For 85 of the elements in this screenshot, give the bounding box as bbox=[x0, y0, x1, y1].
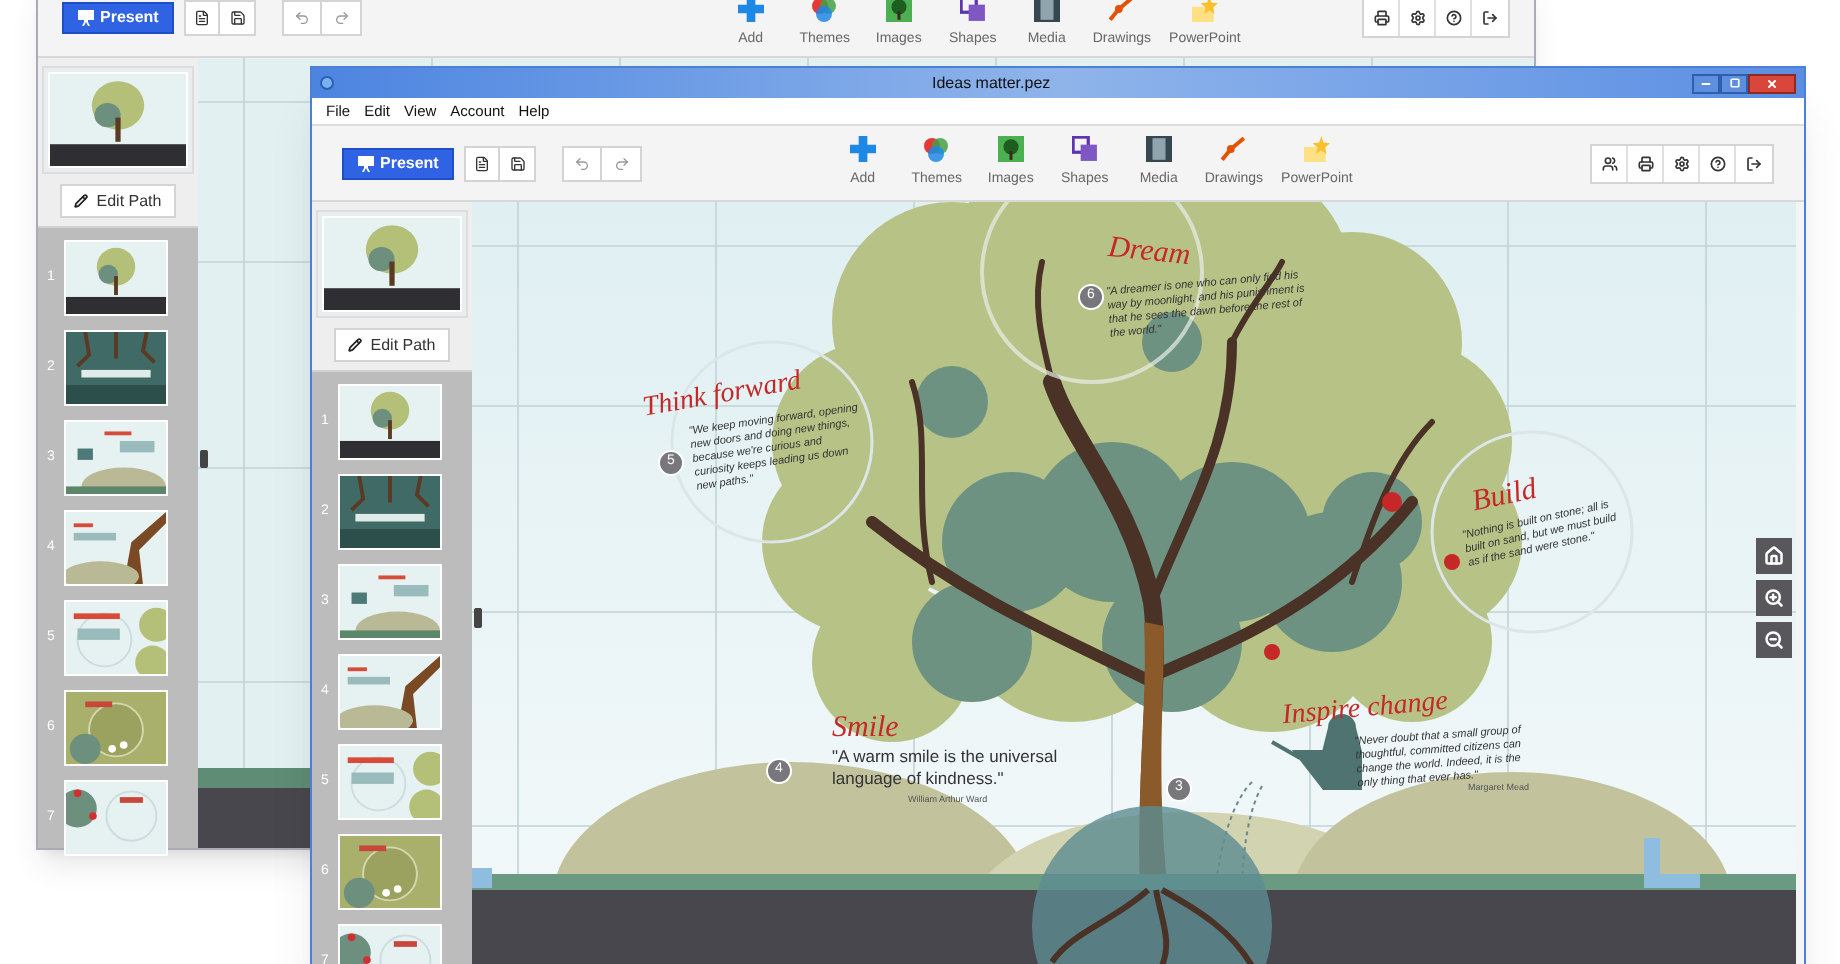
help-icon bbox=[1709, 155, 1725, 171]
redo-icon bbox=[333, 9, 350, 25]
panel-handle[interactable] bbox=[474, 608, 482, 628]
slide-thumbnail[interactable] bbox=[64, 510, 168, 586]
slide-thumbnail[interactable] bbox=[64, 330, 168, 406]
slide-thumbnail[interactable] bbox=[64, 420, 168, 496]
help-button[interactable] bbox=[1436, 0, 1472, 35]
exit-button[interactable] bbox=[1736, 145, 1772, 181]
new-file-button[interactable] bbox=[466, 147, 501, 179]
pencil-icon bbox=[74, 194, 89, 208]
pen-icon bbox=[1108, 0, 1135, 22]
slide-thumbnail[interactable] bbox=[338, 834, 442, 910]
zoom-out-button[interactable] bbox=[1756, 622, 1792, 658]
home-icon bbox=[1764, 546, 1784, 566]
topic-title: Dream bbox=[1105, 229, 1193, 277]
star-icon bbox=[1303, 135, 1330, 162]
printer-icon bbox=[1637, 155, 1653, 171]
print-button[interactable] bbox=[1364, 0, 1400, 35]
panel-handle[interactable] bbox=[200, 450, 208, 468]
settings-button[interactable] bbox=[1664, 145, 1700, 181]
save-button[interactable] bbox=[500, 147, 535, 179]
zoom-in-button[interactable] bbox=[1756, 580, 1792, 616]
maximize-button[interactable] bbox=[1720, 73, 1748, 93]
close-icon bbox=[1766, 77, 1778, 89]
printer-icon bbox=[1373, 9, 1389, 25]
present-button[interactable]: Present bbox=[62, 1, 175, 33]
close-button[interactable] bbox=[1748, 73, 1796, 93]
zoom-in-icon bbox=[1764, 588, 1784, 608]
slide-thumbnail[interactable] bbox=[338, 654, 442, 730]
shapes-icon bbox=[1071, 135, 1098, 162]
slide-thumbnail[interactable] bbox=[64, 780, 168, 856]
slide-thumbnail[interactable] bbox=[338, 744, 442, 820]
film-icon bbox=[1033, 0, 1060, 22]
window-title: Ideas matter.pez bbox=[932, 71, 1051, 95]
share-button[interactable] bbox=[1592, 145, 1628, 181]
presentation-icon bbox=[358, 155, 374, 171]
circles-icon bbox=[810, 0, 839, 22]
edit-path-button[interactable]: Edit Path bbox=[334, 328, 450, 362]
presentation-icon bbox=[78, 9, 94, 25]
maximize-icon bbox=[1729, 78, 1739, 88]
slide-thumbnail[interactable] bbox=[64, 690, 168, 766]
exit-button[interactable] bbox=[1472, 0, 1508, 35]
new-file-button[interactable] bbox=[186, 1, 221, 33]
plus-icon bbox=[849, 135, 876, 162]
minimize-button[interactable] bbox=[1692, 73, 1720, 93]
minimize-icon bbox=[1700, 77, 1712, 89]
slide-thumbnail[interactable] bbox=[338, 564, 442, 640]
help-button[interactable] bbox=[1700, 145, 1736, 181]
exit-icon bbox=[1482, 9, 1498, 25]
home-button[interactable] bbox=[1756, 538, 1792, 574]
users-icon bbox=[1601, 155, 1617, 171]
film-icon bbox=[1145, 135, 1172, 162]
edit-path-button[interactable]: Edit Path bbox=[60, 184, 176, 218]
circles-icon bbox=[922, 135, 951, 162]
slide-thumbnail[interactable] bbox=[64, 600, 168, 676]
tree-image-icon bbox=[885, 0, 912, 22]
plus-icon bbox=[737, 0, 764, 22]
file-icon bbox=[194, 9, 211, 25]
slide-thumbnail[interactable] bbox=[338, 474, 442, 550]
slide-thumbnail[interactable] bbox=[338, 384, 442, 460]
overview-thumbnail[interactable] bbox=[42, 66, 194, 174]
undo-icon bbox=[294, 9, 311, 25]
topic-title: Inspire change bbox=[1280, 684, 1450, 732]
save-icon bbox=[509, 155, 526, 171]
save-icon bbox=[229, 9, 246, 25]
settings-button[interactable] bbox=[1400, 0, 1436, 35]
pen-icon bbox=[1220, 135, 1247, 162]
redo-icon bbox=[613, 155, 630, 171]
app-icon bbox=[320, 76, 334, 90]
overview-thumbnail[interactable] bbox=[316, 210, 468, 318]
help-icon bbox=[1445, 9, 1461, 25]
undo-icon bbox=[574, 155, 591, 171]
tree-image-icon bbox=[997, 135, 1024, 162]
zoom-out-icon bbox=[1764, 630, 1784, 650]
quote-text: "A warm smile is the universal language of kindness." bbox=[832, 746, 1060, 789]
settings-icon bbox=[1409, 9, 1425, 25]
slide-thumbnail[interactable] bbox=[64, 240, 168, 316]
exit-icon bbox=[1746, 155, 1762, 171]
file-icon bbox=[474, 155, 491, 171]
shapes-icon bbox=[959, 0, 986, 22]
pencil-icon bbox=[348, 338, 363, 352]
save-button[interactable] bbox=[220, 1, 255, 33]
settings-icon bbox=[1673, 155, 1689, 171]
present-button[interactable]: Present bbox=[342, 147, 455, 179]
print-button[interactable] bbox=[1628, 145, 1664, 181]
